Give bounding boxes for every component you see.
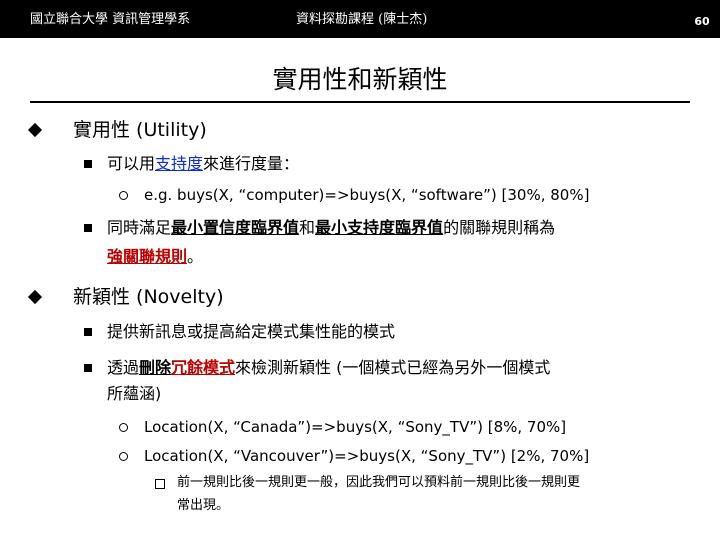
utility-example: e.g. buys(X, “computer)=>buys(X, “softwa…	[144, 186, 590, 204]
novelty-item-2-line-2: 所蘊涵)	[107, 384, 162, 403]
square-bullet-icon	[84, 224, 92, 232]
novelty-item-1: 提供新訊息或提高給定模式集性能的模式	[107, 322, 396, 341]
diamond-bullet-icon	[27, 289, 43, 305]
utility-item-2-end: 。	[187, 247, 204, 266]
circle-bullet-icon	[119, 452, 128, 461]
square-bullet-icon	[84, 328, 92, 336]
novelty-heading: 新穎性 (Novelty)	[73, 286, 224, 308]
slide: 國立聯合大學 資訊管理學系 資料探勘課程 (陳士杰) 60 實用性和新穎性 實用…	[0, 0, 720, 540]
utility-item-1-prefix: 可以用	[107, 154, 156, 173]
utility-item-1-suffix: 來進行度量：	[203, 154, 300, 173]
strong-rule-keyword: 強關聯規則	[107, 247, 188, 266]
utility-heading: 實用性 (Utility)	[73, 119, 207, 141]
diamond-bullet-icon	[27, 122, 43, 138]
utility-item-2-prefix: 同時滿足	[107, 218, 172, 237]
title-divider	[30, 101, 690, 103]
novelty-example-2: Location(X, “Vancouver”)=>buys(X, “Sony_…	[144, 447, 590, 465]
square-bullet-icon	[84, 160, 92, 168]
min-support-keyword: 最小支持度臨界值	[315, 218, 444, 237]
delete-keyword: 刪除	[139, 358, 172, 377]
novelty-note-line-1: 前一規則比後一規則更一般，因此我們可以預料前一規則比後一規則更	[177, 475, 581, 490]
circle-bullet-icon	[119, 191, 128, 200]
support-keyword: 支持度	[155, 154, 204, 173]
utility-item-2-mid: 和	[299, 218, 316, 237]
novelty-example-1: Location(X, “Canada”)=>buys(X, “Sony_TV”…	[144, 418, 567, 436]
header-course: 資料探勘課程 (陳士杰)	[296, 12, 428, 27]
redundant-pattern-keyword: 冗餘模式	[171, 358, 236, 377]
circle-bullet-icon	[119, 423, 128, 432]
square-bullet-icon	[84, 364, 92, 372]
utility-item-2: 同時滿足最小置信度臨界值和最小支持度臨界值的關聯規則稱為	[107, 216, 555, 240]
novelty-note-line-2: 常出現。	[177, 498, 230, 513]
novelty-item-2-prefix: 透過	[107, 358, 140, 377]
utility-item-2-suffix: 的關聯規則稱為	[443, 218, 556, 237]
min-confidence-keyword: 最小置信度臨界值	[171, 218, 300, 237]
page-number: 60	[688, 12, 716, 32]
novelty-item-2: 透過刪除冗餘模式來檢測新穎性 (一個模式已經為另外一個模式	[107, 356, 550, 380]
utility-item-2-line-2: 強關聯規則。	[107, 245, 203, 269]
hollow-square-bullet-icon	[155, 479, 165, 489]
utility-item-1: 可以用支持度來進行度量：	[107, 152, 299, 176]
novelty-item-2-suffix: 來檢測新穎性 (一個模式已經為另外一個模式	[235, 358, 551, 377]
slide-title: 實用性和新穎性	[272, 65, 448, 94]
header-department: 國立聯合大學 資訊管理學系	[30, 12, 191, 27]
header-bar: 國立聯合大學 資訊管理學系 資料探勘課程 (陳士杰)	[0, 0, 720, 38]
